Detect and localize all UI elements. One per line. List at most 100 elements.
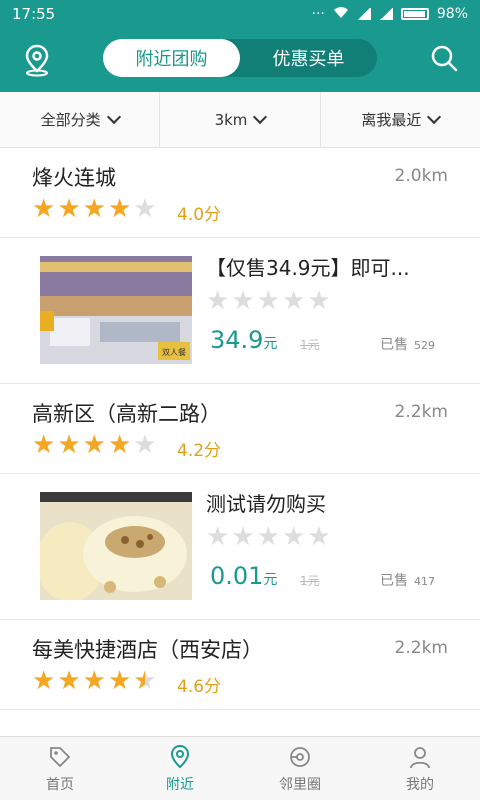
tab-community[interactable]: 邻里圈 — [240, 737, 360, 800]
search-icon[interactable] — [428, 42, 460, 74]
status-time: 17:55 — [12, 5, 56, 23]
star-icon: ★ — [133, 194, 157, 224]
store-item[interactable]: 高新区（高新二路） 2.2km ★ ★ ★ ★ ★ 4.2分 — [0, 384, 480, 474]
store-item[interactable]: 每美快捷酒店（西安店） 2.2km ★ ★ ★ ★ ★ 4.6分 — [0, 620, 480, 710]
filter-distance-label: 3km — [214, 110, 248, 129]
store-name: 高新区（高新二路） — [32, 402, 221, 426]
filter-category-label: 全部分类 — [40, 111, 101, 129]
store-score: 4.0分 — [177, 205, 222, 225]
filter-distance[interactable]: 3km — [159, 92, 319, 147]
tab-community-label: 邻里圈 — [279, 776, 321, 793]
deal-original-price: 1元 — [300, 574, 320, 588]
wifi-icon — [333, 6, 349, 23]
tab-home[interactable]: 首页 — [0, 737, 120, 800]
deal-price: 34.9元 — [210, 326, 277, 354]
location-pin-icon[interactable] — [22, 43, 52, 77]
tab-home-label: 首页 — [46, 776, 74, 793]
merchant-list: 烽火连城 2.0km ★ ★ ★ ★ ★ 4.0分 双人餐 【仅售34.9元】即可...… — [0, 148, 480, 710]
chevron-down-icon — [253, 109, 268, 125]
star-icon: ★ — [256, 522, 280, 552]
star-icon: ★ — [57, 666, 81, 696]
star-icon: ★ — [231, 286, 255, 316]
deal-price: 0.01元 — [210, 562, 277, 590]
location-icon — [170, 744, 190, 768]
store-item[interactable]: 烽火连城 2.0km ★ ★ ★ ★ ★ 4.0分 — [0, 148, 480, 238]
deal-title: 【仅售34.9元】即可... — [206, 256, 410, 280]
star-icon: ★ — [32, 430, 56, 460]
deal-title: 测试请勿购买 — [206, 492, 326, 516]
deal-price-value: 34.9 — [210, 326, 264, 354]
community-icon — [290, 746, 310, 767]
filter-category[interactable]: 全部分类 — [0, 92, 159, 147]
star-icon: ★ — [133, 666, 157, 696]
battery-level: 98% — [436, 6, 468, 22]
filter-bar: 全部分类 3km 离我最近 — [0, 92, 480, 148]
star-icon: ★ — [32, 666, 56, 696]
signal-icon-2 — [378, 8, 393, 20]
deal-sold-label: 已售 — [380, 337, 408, 353]
tag-icon — [50, 746, 71, 767]
store-distance: 2.2km — [394, 402, 448, 422]
star-icon: ★ — [57, 430, 81, 460]
star-icon: ★ — [32, 194, 56, 224]
deal-badge: 双人餐 — [162, 348, 186, 357]
tab-mine[interactable]: 我的 — [360, 737, 480, 800]
star-icon: ★ — [57, 194, 81, 224]
store-score: 4.6分 — [177, 677, 222, 697]
deal-image-restaurant: 双人餐 — [40, 256, 192, 364]
tab-discount-pay[interactable]: 优惠买单 — [240, 39, 377, 77]
store-name: 每美快捷酒店（西安店） — [32, 638, 263, 662]
signal-icon — [356, 8, 371, 20]
store-distance: 2.2km — [394, 638, 448, 658]
star-icon: ★ — [281, 286, 306, 316]
deal-sold-label: 已售 — [380, 573, 408, 589]
rating-stars: ★ ★ ★ ★ ★ — [32, 668, 157, 694]
tab-nearby-label: 附近 — [166, 776, 194, 793]
star-icon: ★ — [231, 522, 255, 552]
person-icon — [410, 746, 430, 768]
star-icon: ★ — [107, 666, 132, 696]
tab-nearby-groupbuy[interactable]: 附近团购 — [103, 39, 240, 77]
battery-icon — [400, 8, 429, 20]
status-bar: 17:55 ··· 98% — [0, 0, 480, 28]
tab-mine-label: 我的 — [406, 776, 434, 793]
star-icon: ★ — [107, 430, 132, 460]
rating-stars: ★ ★ ★ ★ ★ — [32, 196, 157, 222]
status-icons: ··· 98% — [312, 6, 468, 23]
star-icon: ★ — [82, 430, 106, 460]
rating-stars: ★ ★ ★ ★ ★ — [32, 432, 157, 458]
deal-image-pear-dessert — [40, 492, 192, 600]
more-dots-icon: ··· — [311, 6, 325, 22]
filter-sort-label: 离我最近 — [361, 111, 422, 129]
star-icon: ★ — [281, 522, 306, 552]
deal-price-value: 0.01 — [210, 562, 264, 590]
deal-original-price: 1元 — [300, 338, 320, 352]
segment-switch: 附近团购 优惠买单 — [103, 39, 377, 77]
deal-price-unit: 元 — [263, 336, 278, 352]
star-icon: ★ — [256, 286, 280, 316]
deal-item[interactable]: 测试请勿购买 ★ ★ ★ ★ ★ 0.01元 1元 已售 417 — [0, 474, 480, 620]
filter-sort[interactable]: 离我最近 — [319, 92, 480, 147]
store-score: 4.2分 — [177, 441, 222, 461]
star-icon: ★ — [82, 194, 106, 224]
tab-nearby[interactable]: 附近 — [120, 737, 240, 800]
bottom-tab-bar: 首页 附近 邻里圈 我的 — [0, 736, 480, 800]
deal-item[interactable]: 双人餐 【仅售34.9元】即可... ★ ★ ★ ★ ★ 34.9元 1元 已售 529 — [0, 238, 480, 384]
deal-sold: 已售 529 — [380, 334, 435, 354]
star-icon: ★ — [133, 430, 157, 460]
deal-rating-stars: ★ ★ ★ ★ ★ — [206, 288, 331, 314]
star-icon: ★ — [206, 522, 230, 552]
star-icon: ★ — [307, 522, 331, 552]
star-icon: ★ — [107, 194, 132, 224]
star-icon: ★ — [206, 286, 230, 316]
top-header: 附近团购 优惠买单 — [0, 28, 480, 92]
deal-sold-count: 417 — [414, 575, 435, 588]
star-icon: ★ — [82, 666, 106, 696]
deal-sold-count: 529 — [414, 339, 435, 352]
deal-rating-stars: ★ ★ ★ ★ ★ — [206, 524, 331, 550]
chevron-down-icon — [106, 109, 121, 125]
deal-sold: 已售 417 — [380, 570, 435, 590]
chevron-down-icon — [427, 109, 442, 125]
star-icon: ★ — [307, 286, 331, 316]
deal-price-unit: 元 — [263, 572, 278, 588]
